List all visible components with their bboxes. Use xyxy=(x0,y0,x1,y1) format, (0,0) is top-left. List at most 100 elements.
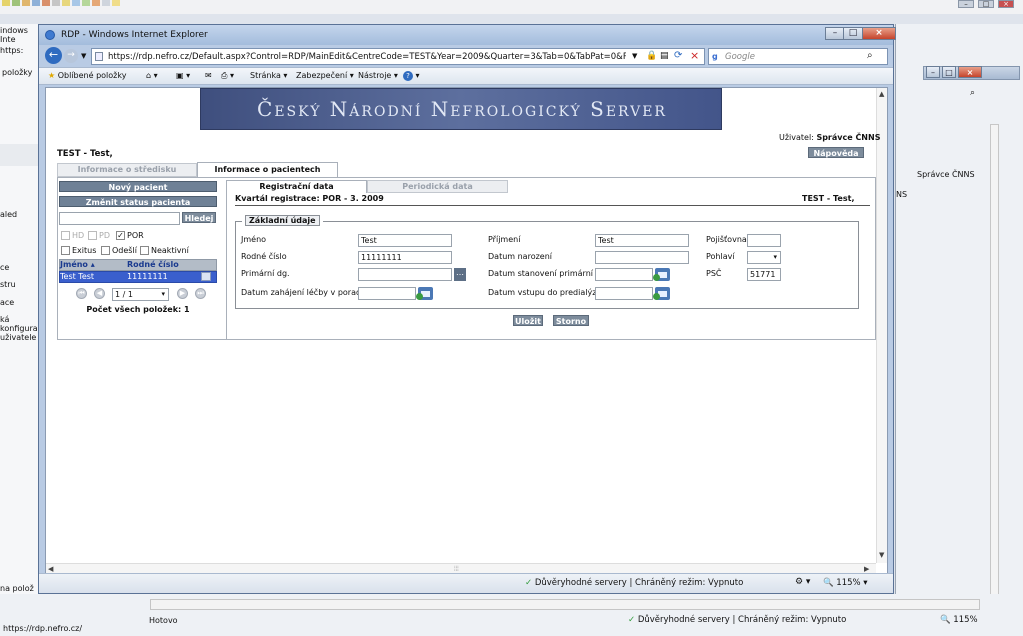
patient-header: TEST - Test, xyxy=(802,194,855,203)
zip-input[interactable]: 51771 xyxy=(747,268,781,281)
address-dropdown-icon[interactable]: ▼ xyxy=(632,52,637,60)
filter-inactive-checkbox[interactable] xyxy=(140,246,149,255)
bg-left-item[interactable]: ace xyxy=(0,298,14,307)
check-icon: ✓ xyxy=(628,615,636,625)
google-icon: g xyxy=(712,52,718,61)
nav-back-button[interactable]: ← xyxy=(45,47,62,64)
bg-left-item[interactable]: aled xyxy=(0,210,17,219)
primary-dg-date-input[interactable] xyxy=(595,268,653,281)
nav-dropdown-icon[interactable]: ▼ xyxy=(81,52,86,60)
new-patient-button[interactable]: Nový pacient xyxy=(59,181,217,192)
nav-forward-button[interactable]: → xyxy=(64,49,78,63)
bg-scrollbar[interactable] xyxy=(990,124,999,604)
search-placeholder: Google xyxy=(725,52,755,62)
first-page-icon[interactable]: ⏮ xyxy=(76,288,87,299)
column-birth-header[interactable]: Rodné číslo xyxy=(127,260,179,269)
favorites-button[interactable]: ★ Oblíbené položky xyxy=(48,71,126,83)
background-window-right: – □ × ⌕ Správce ČNNS NS xyxy=(895,24,1023,636)
bg-left-item[interactable]: ce xyxy=(0,263,9,272)
lock-icon[interactable]: 🔒 xyxy=(646,51,657,61)
cancel-button[interactable]: Storno xyxy=(553,315,589,326)
prev-page-icon[interactable]: ◀ xyxy=(94,288,105,299)
insurance-input[interactable] xyxy=(747,234,781,247)
desktop-minimize-button[interactable]: – xyxy=(958,0,974,8)
bg-minimize-button[interactable]: – xyxy=(926,66,940,78)
predialysis-calendar-icon[interactable] xyxy=(653,287,670,300)
site-banner: Český Národní Nefrologický Server xyxy=(200,88,722,130)
next-page-icon[interactable]: ▶ xyxy=(177,288,188,299)
maximize-button[interactable]: □ xyxy=(843,27,863,40)
feeds-icon[interactable]: ▣ ▾ xyxy=(176,71,190,83)
edit-icon[interactable] xyxy=(201,272,211,281)
compat-icon[interactable]: ▤ xyxy=(660,51,669,61)
home-icon[interactable]: ⌂ ▾ xyxy=(146,71,158,83)
address-text[interactable]: https://rdp.nefro.cz/Default.aspx?Contro… xyxy=(108,52,626,62)
filter-hd-label: HD xyxy=(72,231,85,240)
tab-centre-info[interactable]: Informace o středisku xyxy=(57,163,197,177)
bg-zoom-level[interactable]: 🔍 115% xyxy=(940,615,978,625)
primary-dg-label: Primární dg. xyxy=(241,269,290,278)
tools-menu[interactable]: Nástroje ▾ xyxy=(358,71,398,83)
bg-hscrollbar[interactable] xyxy=(150,599,980,610)
stop-icon[interactable]: × xyxy=(690,49,699,62)
security-menu[interactable]: Zabezpečení ▾ xyxy=(296,71,354,83)
mail-icon[interactable]: ✉ xyxy=(205,71,212,83)
save-button[interactable]: Uložit xyxy=(513,315,543,326)
sex-select[interactable]: ▾ xyxy=(747,251,781,264)
row-name[interactable]: Test Test xyxy=(60,272,94,281)
filter-pd-checkbox[interactable] xyxy=(88,231,97,240)
search-button[interactable]: Hledej xyxy=(182,212,216,223)
bg-left-item[interactable]: ká konfigura xyxy=(0,315,39,333)
search-icon[interactable]: ⌕ xyxy=(867,50,873,61)
birth-no-input[interactable]: 11111111 xyxy=(358,251,452,264)
bg-left-item[interactable]: uživatele xyxy=(0,333,36,342)
bg-status-trusted: ✓ Důvěryhodné servery | Chráněný režim: … xyxy=(628,615,847,625)
filter-hd-checkbox[interactable] xyxy=(61,231,70,240)
bg-restore-button[interactable]: □ xyxy=(942,66,956,78)
desktop-restore-button[interactable]: □ xyxy=(978,0,994,8)
print-icon[interactable]: ⎙ ▾ xyxy=(221,71,234,83)
refresh-icon[interactable]: ⟳ xyxy=(674,50,682,61)
protected-mode-icon[interactable]: ⚙ ▾ xyxy=(795,577,810,587)
column-name-header[interactable]: Jméno ▴ xyxy=(60,260,95,269)
treatment-start-label: Datum zahájení léčby v poradně xyxy=(241,288,372,297)
primary-dg-date-calendar-icon[interactable] xyxy=(653,268,670,281)
status-url: https://rdp.nefro.cz/ xyxy=(3,624,83,633)
vertical-scrollbar[interactable]: ▲ ▼ xyxy=(876,88,887,563)
filter-inactive-label: Neaktivní xyxy=(151,246,189,255)
filter-exitus-checkbox[interactable] xyxy=(61,246,70,255)
treatment-start-calendar-icon[interactable] xyxy=(416,287,433,300)
birth-date-input[interactable] xyxy=(595,251,689,264)
bg-tab-label: indows Inte xyxy=(0,26,28,44)
page-menu[interactable]: Stránka ▾ xyxy=(250,71,287,83)
last-page-icon[interactable]: ⏭ xyxy=(195,288,206,299)
patient-search-input[interactable] xyxy=(59,212,180,225)
help-icon[interactable]: ? ▾ xyxy=(403,71,420,83)
help-button[interactable]: Nápověda xyxy=(808,147,864,158)
surname-input[interactable]: Test xyxy=(595,234,689,247)
title-bar: RDP - Windows Internet Explorer – □ × xyxy=(39,25,896,45)
row-birth[interactable]: 11111111 xyxy=(127,272,168,281)
first-name-input[interactable]: Test xyxy=(358,234,452,247)
primary-dg-input[interactable] xyxy=(358,268,452,281)
total-count: Počet všech položek: 1 xyxy=(86,305,190,314)
search-box[interactable]: g Google ⌕ xyxy=(708,48,888,65)
first-name-label: Jméno xyxy=(241,235,267,244)
treatment-start-input[interactable] xyxy=(358,287,416,300)
page-select[interactable]: 1 / 1 ▾ xyxy=(112,288,169,301)
zoom-level[interactable]: 🔍 115% ▾ xyxy=(823,578,868,588)
desktop-close-button[interactable]: × xyxy=(998,0,1014,8)
bg-close-button[interactable]: × xyxy=(958,66,982,78)
filter-left-checkbox[interactable] xyxy=(101,246,110,255)
predialysis-input[interactable] xyxy=(595,287,653,300)
command-bar xyxy=(39,67,893,85)
change-status-button[interactable]: Změnit status pacienta xyxy=(59,196,217,207)
filter-por-checkbox[interactable]: ✓ xyxy=(116,231,125,240)
minimize-button[interactable]: – xyxy=(825,27,845,40)
tab-patient-info[interactable]: Informace o pacientech xyxy=(197,162,338,178)
address-bar[interactable]: https://rdp.nefro.cz/Default.aspx?Contro… xyxy=(91,48,705,65)
bg-search-icon[interactable]: ⌕ xyxy=(970,88,975,98)
close-button[interactable]: × xyxy=(862,27,896,40)
bg-left-item[interactable]: stru xyxy=(0,280,16,289)
primary-dg-lookup-button[interactable]: … xyxy=(454,268,466,281)
